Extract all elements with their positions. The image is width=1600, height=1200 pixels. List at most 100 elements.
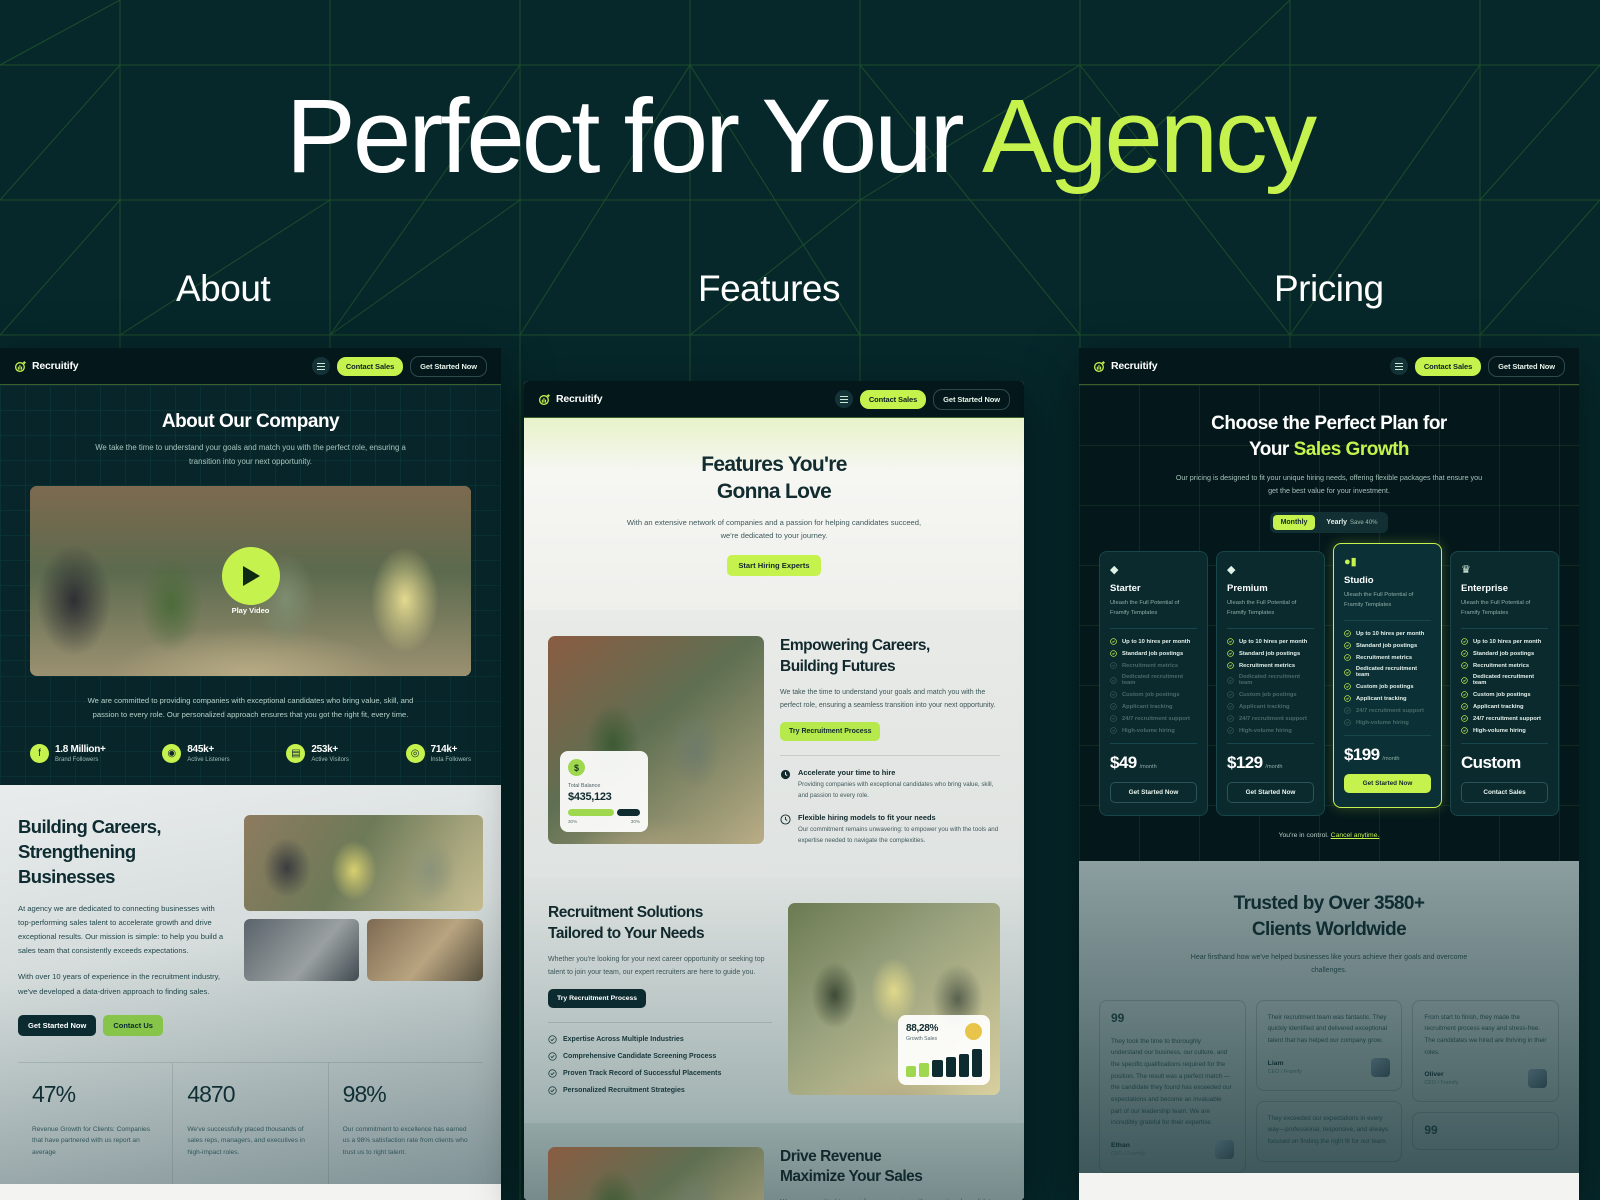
testimonial-name: Ethan: [1111, 1141, 1130, 1149]
about-page-mockup[interactable]: Recruitify Contact Sales Get Started Now…: [0, 348, 501, 1200]
toggle-yearly-label: Yearly: [1326, 519, 1348, 527]
brand-name: Recruitify: [32, 360, 79, 372]
pricing-page-mockup[interactable]: Recruitify Contact Sales Get Started Now…: [1079, 348, 1579, 1200]
testimonial-column-1: 99 They took the time to thoroughly unde…: [1099, 999, 1246, 1173]
get-started-button[interactable]: Get Started Now: [933, 388, 1010, 410]
plan-price: $49/month: [1110, 753, 1197, 773]
contact-sales-button[interactable]: Contact Sales: [859, 389, 927, 409]
check-circle-icon: [1344, 642, 1351, 649]
divider: [1227, 743, 1314, 745]
testimonial-text: They exceeded our expectations in every …: [1267, 1114, 1389, 1145]
plan-name: Starter: [1110, 583, 1141, 595]
broadcast-icon: ◉: [162, 744, 182, 764]
balance-progress-bar: [568, 809, 640, 817]
recruitify-logo-icon: [1093, 360, 1105, 372]
signal-icon: ●▮: [1344, 556, 1357, 569]
plan-feature: Standard job postings: [1344, 642, 1431, 649]
check-circle-icon: [1110, 662, 1117, 669]
plan-feature: Applicant tracking: [1344, 695, 1431, 702]
plan-feature-label: Up to 10 hires per month: [1122, 638, 1191, 645]
layers-icon: ◆: [1227, 564, 1236, 577]
hamburger-menu-icon[interactable]: [1389, 357, 1408, 375]
nav-actions: Contact Sales Get Started Now: [834, 388, 1010, 410]
about-contact-us-button[interactable]: Contact Us: [103, 1014, 163, 1036]
plan-cta-button[interactable]: Get Started Now: [1110, 782, 1197, 804]
bottom-stat-item: 98% Our commitment to excellence has ear…: [329, 1063, 483, 1185]
solutions-heading-line2: Tailored to Your Needs: [548, 925, 705, 943]
about-bottom-stats: 47% Revenue Growth for Clients: Companie…: [18, 1061, 483, 1185]
trust-heading-line1: Trusted by Over 3580+: [1233, 893, 1425, 915]
trust-subheading: Hear firsthand how we've helped business…: [1190, 954, 1468, 975]
get-started-button[interactable]: Get Started Now: [1488, 355, 1565, 377]
about-video[interactable]: Play Video: [30, 486, 471, 677]
plan-feature: Dedicated recruitment team: [1461, 674, 1548, 686]
empowering-heading-line2: Building Futures: [780, 657, 896, 675]
check-circle-icon: [1461, 703, 1468, 710]
play-icon: [243, 565, 260, 586]
divider: [1461, 628, 1548, 630]
plan-feature: 24/7 recruitment support: [1461, 715, 1548, 722]
plan-feature-label: 24/7 recruitment support: [1239, 715, 1307, 722]
plan-feature: Recruitment metrics: [1227, 662, 1314, 669]
check-circle-icon: [1110, 650, 1117, 657]
about-light-p2: With over 10 years of experience in the …: [18, 972, 221, 996]
section-label-about: About: [176, 268, 271, 309]
brand-logo[interactable]: Recruitify: [538, 393, 603, 406]
brand-name: Recruitify: [556, 393, 603, 405]
crown-icon: ♛: [1461, 564, 1471, 577]
features-page-mockup[interactable]: Recruitify Contact Sales Get Started Now…: [524, 381, 1024, 1200]
plan-feature-label: Standard job postings: [1473, 650, 1535, 657]
feature-item-title: Flexible hiring models to fit your needs: [798, 812, 936, 822]
start-hiring-experts-button[interactable]: Start Hiring Experts: [727, 555, 821, 577]
cancel-anytime-link[interactable]: Cancel anytime.: [1331, 832, 1380, 839]
hamburger-menu-icon[interactable]: [311, 357, 330, 375]
get-started-button[interactable]: Get Started Now: [410, 355, 487, 377]
testimonial-text: Their recruitment team was fantastic. Th…: [1267, 1013, 1388, 1044]
page-title-accent: Agency: [981, 78, 1317, 195]
features-heading-line1: Features You're: [701, 453, 847, 476]
plan-price-value: $49: [1110, 753, 1137, 773]
toggle-yearly[interactable]: Yearly Save 40%: [1318, 515, 1385, 530]
plan-cta-button[interactable]: Get Started Now: [1227, 782, 1314, 804]
pricing-footnote-text: You're in control.: [1278, 832, 1331, 840]
check-circle-icon: [1344, 683, 1351, 690]
about-get-started-button[interactable]: Get Started Now: [18, 1014, 97, 1036]
pricing-heading-line2-accent: Sales Growth: [1293, 439, 1410, 461]
toggle-monthly[interactable]: Monthly: [1272, 515, 1316, 531]
plan-feature-label: Standard job postings: [1122, 650, 1184, 657]
plan-feature: High-volume hiring: [1461, 727, 1548, 734]
growth-bar-chart: [906, 1049, 983, 1078]
divider: [548, 1021, 772, 1023]
pricing-card-starter[interactable]: ◆ Starter Uleash the Full Potential of F…: [1099, 551, 1208, 817]
hamburger-menu-icon[interactable]: [834, 390, 853, 408]
bottom-stat-item: 4870 We've successfully placed thousands…: [173, 1062, 329, 1185]
plan-price-value: $129: [1227, 753, 1263, 773]
brand-logo[interactable]: Recruitify: [1093, 360, 1158, 373]
plan-feature: Recruitment metrics: [1344, 654, 1431, 661]
plan-feature: Applicant tracking: [1461, 703, 1548, 710]
testimonial-card: From start to finish, they made the recr…: [1412, 999, 1560, 1103]
plan-cta-button[interactable]: Contact Sales: [1461, 782, 1548, 804]
contact-sales-button[interactable]: Contact Sales: [1414, 356, 1482, 376]
plan-price: $199/month: [1344, 745, 1431, 765]
pricing-card-premium[interactable]: ◆ Premium Uleash the Full Potential of F…: [1216, 551, 1325, 817]
try-recruitment-process-button-1[interactable]: Try Recruitment Process: [780, 722, 881, 742]
plan-feature-label: Applicant tracking: [1239, 703, 1290, 710]
play-button[interactable]: [221, 546, 280, 605]
pricing-card-enterprise[interactable]: ♛ Enterprise Uleash the Full Potential o…: [1450, 551, 1559, 817]
brand-logo[interactable]: Recruitify: [14, 360, 79, 373]
plan-price-value: $199: [1344, 745, 1380, 765]
try-recruitment-process-button-2[interactable]: Try Recruitment Process: [548, 988, 647, 1008]
billing-period-toggle[interactable]: Monthly Yearly Save 40%: [1099, 512, 1559, 534]
plan-feature: Standard job postings: [1461, 650, 1548, 657]
section-label-features: Features: [698, 268, 841, 309]
plan-feature-label: Standard job postings: [1239, 650, 1301, 657]
pricing-card-studio[interactable]: ●▮ Studio Uleash the Full Potential of F…: [1333, 543, 1442, 809]
contact-sales-button[interactable]: Contact Sales: [336, 356, 404, 376]
about-light-section: Building Careers, Strengthening Business…: [0, 785, 501, 1185]
recruitify-logo-icon: [14, 360, 26, 372]
avatar: [1371, 1057, 1391, 1077]
about-heading: About Our Company: [161, 411, 340, 432]
plan-cta-button[interactable]: Get Started Now: [1344, 774, 1431, 794]
play-video-label: Play Video: [231, 605, 270, 615]
